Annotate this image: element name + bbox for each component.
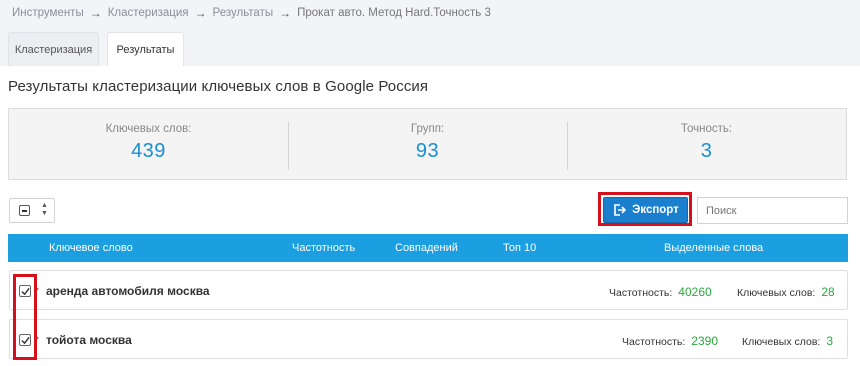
column-header-keyword[interactable]: Ключевое слово	[49, 242, 133, 254]
select-all-checkbox[interactable]	[19, 205, 30, 216]
tab-results[interactable]: Результаты	[107, 32, 184, 66]
export-icon	[614, 204, 627, 216]
checkbox-highlight-frame	[13, 274, 37, 360]
table-row[interactable]: тойота москва Частотность: 2390 Ключевых …	[9, 319, 848, 359]
stat-groups-value: 93	[415, 140, 440, 162]
row-keyword-count-label: Ключевых слов:	[737, 287, 816, 299]
breadcrumb-separator: →	[279, 6, 292, 20]
sort-arrows-icon: ▲ ▼	[41, 202, 48, 217]
row-keyword: аренда автомобиля москва	[46, 284, 210, 298]
stats-panel: Ключевых слов: 439 Групп: 93 Точность: 3	[8, 108, 847, 180]
breadcrumb-current: Прокат авто. Метод Hard.Точность 3	[297, 7, 491, 19]
breadcrumb-item-clustering[interactable]: Кластеризация	[108, 7, 189, 19]
search-input[interactable]	[697, 197, 848, 224]
table-row[interactable]: аренда автомобиля москва Частотность: 402…	[9, 270, 848, 310]
table-header: Ключевое слово Частотность Совпадений То…	[8, 234, 848, 262]
bulk-select-dropdown[interactable]: ▲ ▼	[9, 198, 55, 223]
column-header-matches[interactable]: Совпадений	[395, 242, 458, 254]
export-button-label: Экспорт	[632, 204, 679, 216]
row-frequency: Частотность: 2390	[622, 334, 718, 348]
column-header-highlighted-words[interactable]: Выделенные слова	[664, 242, 763, 254]
row-frequency-value: 40260	[678, 285, 712, 299]
stat-accuracy: Точность: 3	[567, 109, 846, 179]
breadcrumb-item-results[interactable]: Результаты	[213, 7, 274, 19]
stat-groups-label: Групп:	[410, 123, 445, 135]
stat-groups: Групп: 93	[288, 109, 567, 179]
top-bar: Инструменты → Кластеризация → Результаты…	[0, 0, 860, 66]
row-frequency-value: 2390	[691, 334, 718, 348]
row-keyword-count-label: Ключевых слов:	[742, 336, 821, 348]
tab-clustering[interactable]: Кластеризация	[8, 32, 99, 66]
page-title: Результаты кластеризации ключевых слов в…	[8, 78, 429, 95]
stat-accuracy-label: Точность:	[680, 123, 733, 135]
breadcrumb: Инструменты → Кластеризация → Результаты…	[12, 6, 491, 20]
row-keyword-count-value: 28	[821, 285, 835, 299]
row-keyword-count: Ключевых слов: 3	[742, 334, 833, 348]
column-header-top10[interactable]: Топ 10	[503, 242, 536, 254]
stat-keywords-label: Ключевых слов:	[105, 123, 192, 135]
row-frequency-label: Частотность:	[609, 287, 673, 299]
breadcrumb-item-tools[interactable]: Инструменты	[12, 7, 84, 19]
breadcrumb-separator: →	[89, 6, 102, 20]
row-keyword: тойота москва	[46, 333, 132, 347]
export-button[interactable]: Экспорт	[603, 197, 688, 223]
row-frequency: Частотность: 40260	[609, 285, 712, 299]
row-keyword-count-value: 3	[826, 334, 834, 348]
row-keyword-count: Ключевых слов: 28	[737, 285, 835, 299]
stat-accuracy-value: 3	[700, 140, 713, 162]
stat-keywords-value: 439	[131, 140, 166, 162]
breadcrumb-separator: →	[194, 6, 207, 20]
row-frequency-label: Частотность:	[622, 336, 686, 348]
column-header-frequency[interactable]: Частотность	[292, 242, 355, 254]
stat-keywords: Ключевых слов: 439	[9, 109, 288, 179]
